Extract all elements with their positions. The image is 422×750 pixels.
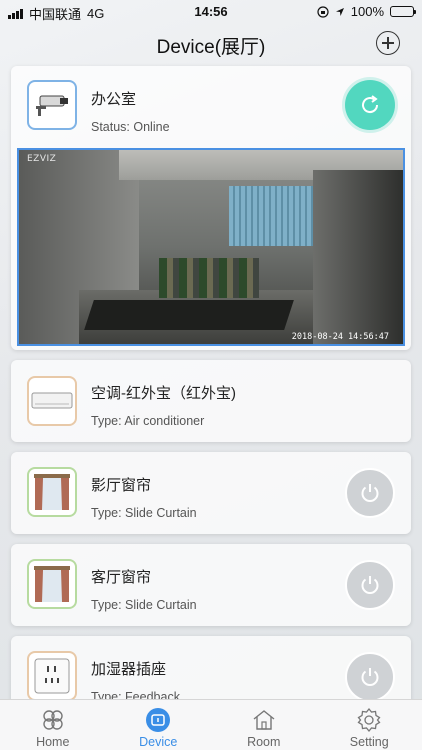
device-thumb (27, 651, 77, 701)
device-type: Type: Slide Curtain (91, 598, 197, 612)
refresh-button[interactable] (345, 80, 395, 130)
location-arrow-icon (335, 7, 344, 16)
device-name: 空调-红外宝（红外宝) (91, 385, 236, 402)
power-button[interactable] (345, 468, 395, 518)
status-right: 100% (317, 4, 416, 19)
curtain-icon (34, 566, 70, 602)
room-house-icon (253, 710, 275, 730)
device-card-camera[interactable]: 办公室 Status: Online EZVIZ 2018-08-24 14:5… (11, 66, 411, 350)
tab-bar: Home Device Room Setting (0, 699, 422, 750)
device-name: 客厅窗帘 (91, 569, 152, 586)
orientation-lock-icon (317, 5, 329, 18)
video-timestamp: 2018-08-24 14:56:47 (291, 332, 389, 342)
power-button[interactable] (345, 560, 395, 610)
device-name: 办公室 (91, 91, 137, 108)
page-title: Device(展厅) (156, 37, 266, 58)
power-icon (361, 668, 379, 686)
home-clover-icon (43, 710, 63, 730)
battery-percent: 100% (350, 4, 384, 19)
tab-room[interactable]: Room (211, 700, 317, 750)
video-watermark: EZVIZ (27, 154, 57, 164)
refresh-icon (362, 95, 379, 114)
battery-icon (390, 6, 416, 17)
device-name: 加湿器插座 (91, 661, 167, 678)
tab-device-label: Device (139, 735, 178, 749)
device-thumb (27, 467, 77, 517)
add-device-button[interactable] (376, 31, 400, 55)
tab-home[interactable]: Home (0, 700, 106, 750)
device-card-curtain-living[interactable]: 客厅窗帘 Type: Slide Curtain (11, 544, 411, 626)
device-status: Status: Online (91, 120, 170, 134)
device-icon (146, 708, 171, 732)
tab-home-label: Home (36, 735, 70, 749)
device-name: 影厅窗帘 (91, 477, 152, 494)
power-icon (361, 576, 379, 594)
power-icon (361, 484, 379, 502)
tab-setting[interactable]: Setting (317, 700, 422, 750)
nav-bar: Device(展厅) (0, 22, 422, 66)
device-type: Type: Slide Curtain (91, 506, 197, 520)
camera-video-feed[interactable]: EZVIZ 2018-08-24 14:56:47 (17, 148, 405, 346)
air-conditioner-icon (31, 392, 73, 409)
tab-room-label: Room (247, 735, 281, 749)
curtain-icon (34, 474, 70, 510)
wall-socket-icon (34, 658, 70, 694)
device-thumb (27, 376, 77, 426)
tab-setting-label: Setting (349, 735, 389, 749)
device-thumb (27, 80, 77, 130)
device-card-air-conditioner[interactable]: 空调-红外宝（红外宝) Type: Air conditioner (11, 360, 411, 442)
gear-icon (357, 707, 381, 733)
device-type: Type: Air conditioner (91, 414, 205, 428)
power-button[interactable] (345, 652, 395, 702)
tab-device[interactable]: Device (106, 700, 212, 750)
device-card-curtain-theater[interactable]: 影厅窗帘 Type: Slide Curtain (11, 452, 411, 534)
status-bar: 中国联通 4G 14:56 100% (0, 0, 422, 22)
device-thumb (27, 559, 77, 609)
security-camera-icon (36, 95, 68, 116)
